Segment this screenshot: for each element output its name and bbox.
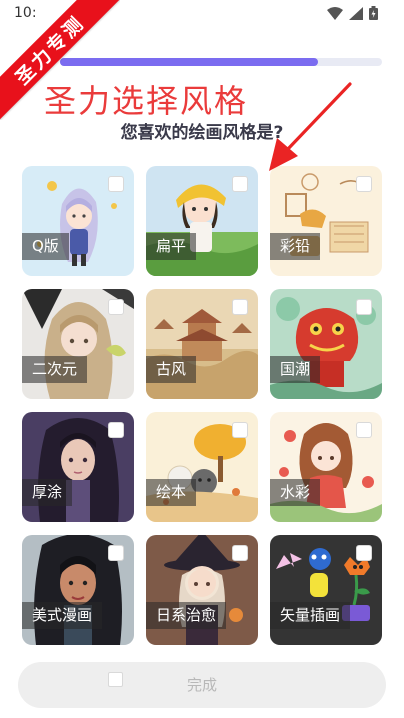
finish-button[interactable]: 完成 <box>18 662 386 708</box>
progress-bar <box>60 58 382 66</box>
style-label: 彩铅 <box>270 233 321 260</box>
status-bar: 10: <box>0 0 404 30</box>
style-label: Q版 <box>22 233 69 260</box>
battery-icon <box>369 6 378 20</box>
style-card-anime[interactable]: 二次元 <box>22 289 134 399</box>
style-card-flat[interactable]: 扁平 <box>146 166 258 276</box>
style-checkbox[interactable] <box>108 545 124 561</box>
style-card-watercolor[interactable]: 水彩 <box>270 412 382 522</box>
overlay-title: 圣力选择风格 <box>44 82 249 120</box>
style-label: 水彩 <box>270 479 321 506</box>
style-label: 扁平 <box>146 233 197 260</box>
style-label: 古风 <box>146 356 197 383</box>
style-label: 绘本 <box>146 479 197 506</box>
style-label: 日系治愈 <box>146 602 227 629</box>
style-checkbox[interactable] <box>108 299 124 315</box>
style-checkbox[interactable] <box>356 422 372 438</box>
style-label: 二次元 <box>22 356 88 383</box>
style-checkbox[interactable] <box>108 176 124 192</box>
style-label: 矢量插画 <box>270 602 351 629</box>
style-checkbox[interactable] <box>232 545 248 561</box>
style-card-american-comic[interactable]: 美式漫画 <box>22 535 134 645</box>
style-grid: Q版 扁平 彩铅 二次元 古风 国潮 厚涂 绘本 水彩 美式漫画 日系治愈 矢量… <box>22 166 382 645</box>
progress-fill <box>60 58 318 66</box>
wifi-icon <box>327 6 343 20</box>
style-checkbox[interactable] <box>356 545 372 561</box>
style-checkbox[interactable] <box>356 299 372 315</box>
style-card-ancient[interactable]: 古风 <box>146 289 258 399</box>
style-card-japanese-healing[interactable]: 日系治愈 <box>146 535 258 645</box>
style-checkbox[interactable] <box>232 422 248 438</box>
style-checkbox[interactable] <box>232 176 248 192</box>
style-card-pencil[interactable]: 彩铅 <box>270 166 382 276</box>
style-card-guochao[interactable]: 国潮 <box>270 289 382 399</box>
style-label: 国潮 <box>270 356 321 383</box>
style-checkbox[interactable] <box>108 422 124 438</box>
style-label: 厚涂 <box>22 479 73 506</box>
style-card-picturebook[interactable]: 绘本 <box>146 412 258 522</box>
cell-signal-icon <box>349 6 363 20</box>
finish-label: 完成 <box>186 676 217 694</box>
style-card-vector[interactable]: 矢量插画 <box>270 535 382 645</box>
style-checkbox[interactable] <box>356 176 372 192</box>
style-checkbox[interactable] <box>232 299 248 315</box>
style-card-q[interactable]: Q版 <box>22 166 134 276</box>
style-card-impasto[interactable]: 厚涂 <box>22 412 134 522</box>
status-time: 10: <box>14 5 37 21</box>
style-label: 美式漫画 <box>22 602 103 629</box>
